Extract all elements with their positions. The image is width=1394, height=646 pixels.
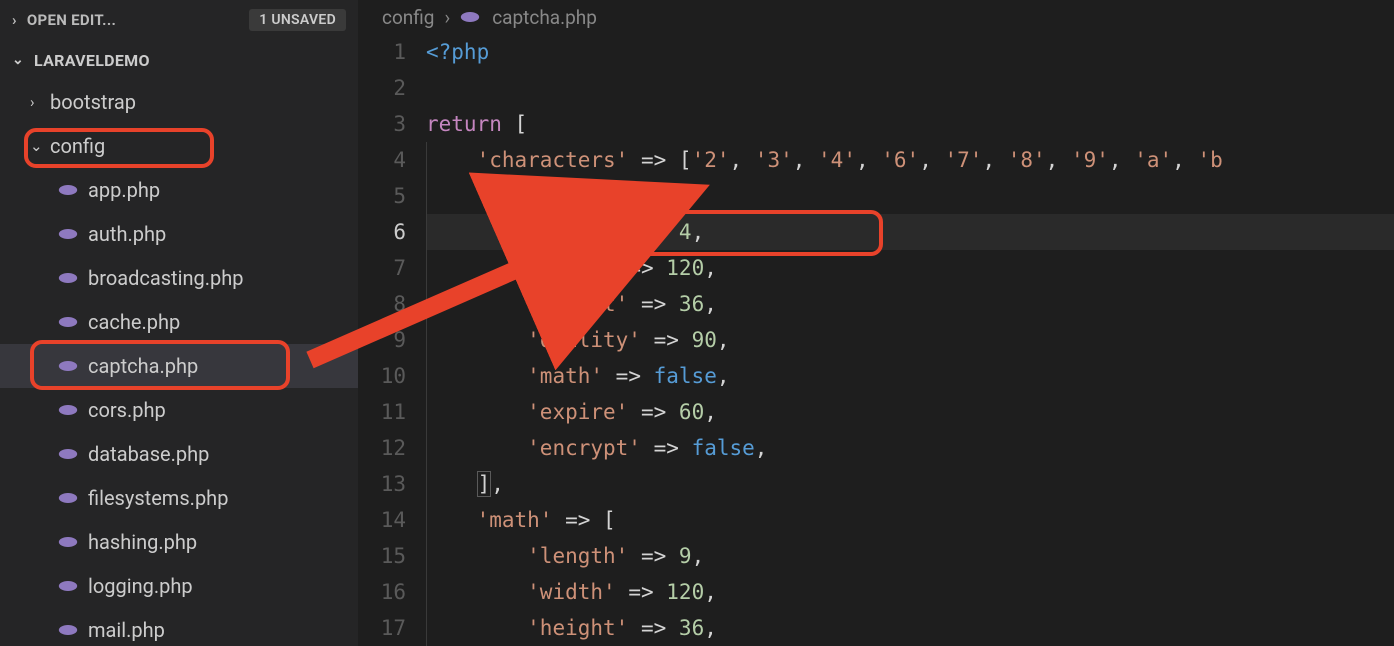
php-file-icon bbox=[58, 403, 80, 417]
breadcrumb-separator-icon: › bbox=[444, 6, 450, 29]
code-content[interactable]: <?php return [ 'characters' => ['2', '3',… bbox=[426, 34, 1394, 646]
project-header[interactable]: ⌄ LARAVELDEMO bbox=[0, 40, 358, 80]
sidebar: › OPEN EDIT... 1 UNSAVED ⌄ LARAVELDEMO ›… bbox=[0, 0, 358, 646]
project-name: LARAVELDEMO bbox=[34, 51, 150, 70]
code-line[interactable] bbox=[426, 70, 1394, 106]
php-file-icon bbox=[58, 359, 80, 373]
chevron-down-icon: ⌄ bbox=[30, 137, 50, 155]
editor: config › captcha.php 1234567891011121314… bbox=[358, 0, 1394, 646]
code-line[interactable]: 'height' => 36, bbox=[426, 286, 1394, 322]
breadcrumb-folder[interactable]: config bbox=[382, 6, 434, 29]
folder-config[interactable]: ⌄config bbox=[0, 124, 358, 168]
file-broadcasting.php[interactable]: broadcasting.php bbox=[0, 256, 358, 300]
php-file-icon bbox=[460, 10, 482, 24]
file-filesystems.php[interactable]: filesystems.php bbox=[0, 476, 358, 520]
code-line[interactable]: 'length' => 4, bbox=[426, 214, 1394, 250]
file-auth.php[interactable]: auth.php bbox=[0, 212, 358, 256]
unsaved-badge: 1 UNSAVED bbox=[249, 9, 346, 31]
line-number[interactable]: 13 bbox=[358, 466, 406, 502]
line-number[interactable]: 4 bbox=[358, 142, 406, 178]
file-mail.php[interactable]: mail.php bbox=[0, 608, 358, 646]
breadcrumb[interactable]: config › captcha.php bbox=[358, 0, 1394, 34]
php-file-icon bbox=[58, 491, 80, 505]
line-number[interactable]: 9 bbox=[358, 322, 406, 358]
line-number[interactable]: 10 bbox=[358, 358, 406, 394]
code-line[interactable]: 'length' => 9, bbox=[426, 538, 1394, 574]
line-number[interactable]: 11 bbox=[358, 394, 406, 430]
open-editors-header[interactable]: › OPEN EDIT... 1 UNSAVED bbox=[0, 0, 358, 40]
code-line[interactable]: 'expire' => 60, bbox=[426, 394, 1394, 430]
gutter: 1234567891011121314151617 bbox=[358, 34, 426, 646]
chevron-right-icon: › bbox=[12, 11, 17, 29]
file-tree: ›bootstrap⌄configapp.phpauth.phpbroadcas… bbox=[0, 80, 358, 646]
line-number[interactable]: 12 bbox=[358, 430, 406, 466]
line-number[interactable]: 5 bbox=[358, 178, 406, 214]
line-number[interactable]: 8 bbox=[358, 286, 406, 322]
code-line[interactable]: 'encrypt' => false, bbox=[426, 430, 1394, 466]
file-database.php[interactable]: database.php bbox=[0, 432, 358, 476]
code-line[interactable]: 'height' => 36, bbox=[426, 610, 1394, 646]
file-cache.php[interactable]: cache.php bbox=[0, 300, 358, 344]
code-area: 1234567891011121314151617 <?phpreturn [ … bbox=[358, 34, 1394, 646]
breadcrumb-file[interactable]: captcha.php bbox=[492, 6, 597, 29]
file-cors.php[interactable]: cors.php bbox=[0, 388, 358, 432]
php-file-icon bbox=[58, 315, 80, 329]
chevron-down-icon: ⌄ bbox=[12, 52, 24, 68]
tree-item-label: cache.php bbox=[88, 310, 180, 334]
code-line[interactable]: 'math' => [ bbox=[426, 502, 1394, 538]
line-number[interactable]: 16 bbox=[358, 574, 406, 610]
line-number[interactable]: 6 bbox=[358, 214, 406, 250]
code-line[interactable]: 'math' => false, bbox=[426, 358, 1394, 394]
code-line[interactable]: 'default' => [ bbox=[426, 178, 1394, 214]
line-number[interactable]: 7 bbox=[358, 250, 406, 286]
file-logging.php[interactable]: logging.php bbox=[0, 564, 358, 608]
open-editors-label: OPEN EDIT... bbox=[27, 11, 249, 29]
tree-item-label: database.php bbox=[88, 442, 209, 466]
code-line[interactable]: 'quality' => 90, bbox=[426, 322, 1394, 358]
php-file-icon bbox=[58, 535, 80, 549]
php-file-icon bbox=[58, 271, 80, 285]
code-line[interactable]: 'characters' => ['2', '3', '4', '6', '7'… bbox=[426, 142, 1394, 178]
line-number[interactable]: 2 bbox=[358, 70, 406, 106]
file-app.php[interactable]: app.php bbox=[0, 168, 358, 212]
tree-item-label: broadcasting.php bbox=[88, 266, 243, 290]
tree-item-label: filesystems.php bbox=[88, 486, 228, 510]
code-line[interactable]: <?php bbox=[426, 34, 1394, 70]
php-file-icon bbox=[58, 447, 80, 461]
tree-item-label: app.php bbox=[88, 178, 160, 202]
chevron-right-icon: › bbox=[30, 93, 50, 111]
php-file-icon bbox=[58, 183, 80, 197]
tree-item-label: mail.php bbox=[88, 618, 165, 642]
tree-item-label: config bbox=[50, 134, 105, 158]
code-line[interactable]: ], bbox=[426, 466, 1394, 502]
file-hashing.php[interactable]: hashing.php bbox=[0, 520, 358, 564]
php-file-icon bbox=[58, 227, 80, 241]
file-captcha.php[interactable]: captcha.php bbox=[0, 344, 358, 388]
line-number[interactable]: 15 bbox=[358, 538, 406, 574]
tree-item-label: captcha.php bbox=[88, 354, 198, 378]
code-line[interactable]: 'width' => 120, bbox=[426, 574, 1394, 610]
line-number[interactable]: 1 bbox=[358, 34, 406, 70]
tree-item-label: logging.php bbox=[88, 574, 193, 598]
tree-item-label: hashing.php bbox=[88, 530, 197, 554]
line-number[interactable]: 14 bbox=[358, 502, 406, 538]
line-number[interactable]: 3 bbox=[358, 106, 406, 142]
folder-bootstrap[interactable]: ›bootstrap bbox=[0, 80, 358, 124]
tree-item-label: bootstrap bbox=[50, 90, 136, 114]
code-line[interactable]: return [ bbox=[426, 106, 1394, 142]
tree-item-label: cors.php bbox=[88, 398, 166, 422]
tree-item-label: auth.php bbox=[88, 222, 166, 246]
php-file-icon bbox=[58, 623, 80, 637]
code-line[interactable]: 'width' => 120, bbox=[426, 250, 1394, 286]
line-number[interactable]: 17 bbox=[358, 610, 406, 646]
php-file-icon bbox=[58, 579, 80, 593]
